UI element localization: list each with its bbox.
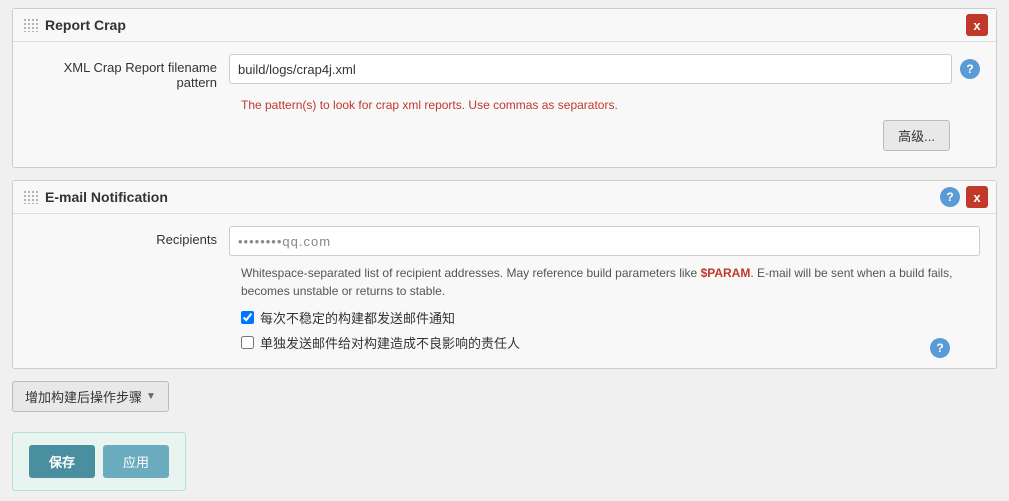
add-step-label: 增加构建后操作步骤 (25, 387, 142, 406)
advanced-button[interactable]: 高级... (883, 120, 950, 151)
drag-handle-icon (23, 18, 39, 32)
recipients-label: Recipients (29, 226, 229, 247)
email-header-help-icon[interactable]: ? (932, 187, 960, 207)
xml-pattern-help-text: The pattern(s) to look for crap xml repo… (241, 98, 980, 112)
advanced-btn-row: 高级... (29, 120, 980, 151)
recipients-row: Recipients ? (29, 226, 980, 256)
xml-pattern-label: XML Crap Report filename pattern (29, 54, 229, 90)
email-notification-section: E-mail Notification ? x Recipients ? Whi… (12, 180, 997, 369)
email-notification-close-button[interactable]: x (966, 186, 988, 208)
report-crap-close-button[interactable]: x (966, 14, 988, 36)
checkbox2-help-icon[interactable]: ? (930, 338, 950, 358)
recipients-info-text: Whitespace-separated list of recipient a… (241, 264, 980, 300)
apply-button[interactable]: 应用 (103, 445, 169, 478)
xml-pattern-help-icon[interactable]: ? (960, 59, 980, 79)
report-crap-section: Report Crap x XML Crap Report filename p… (12, 8, 997, 168)
add-step-row: 增加构建后操作步骤 ▼ (12, 381, 997, 412)
checkbox1-input[interactable] (241, 311, 254, 324)
checkbox1-row: 每次不稳定的构建都发送邮件通知 (241, 308, 980, 327)
xml-pattern-row: XML Crap Report filename pattern ? (29, 54, 980, 90)
dropdown-arrow-icon: ▼ (146, 391, 156, 402)
report-crap-title: Report Crap (45, 17, 126, 33)
recipients-input[interactable] (229, 226, 980, 256)
info-text-param: $PARAM (701, 266, 751, 280)
save-button[interactable]: 保存 (29, 445, 95, 478)
xml-pattern-control: ? (229, 54, 980, 84)
checkbox2-label[interactable]: 单独发送邮件给对构建造成不良影响的责任人 (260, 333, 520, 352)
drag-handle-icon-2 (23, 190, 39, 204)
checkbox2-row: 单独发送邮件给对构建造成不良影响的责任人 ? (241, 333, 980, 352)
email-notification-body: Recipients ? Whitespace-separated list o… (13, 214, 996, 368)
email-notification-title: E-mail Notification (45, 189, 168, 205)
report-crap-header: Report Crap x (13, 9, 996, 42)
checkbox2-input[interactable] (241, 336, 254, 349)
info-text-prefix: Whitespace-separated list of recipient a… (241, 266, 701, 280)
checkbox1-label[interactable]: 每次不稳定的构建都发送邮件通知 (260, 308, 455, 327)
xml-pattern-input[interactable] (229, 54, 952, 84)
recipients-control: ? (229, 226, 980, 256)
email-notification-header: E-mail Notification ? x (13, 181, 996, 214)
footer-area: 保存 应用 (12, 432, 186, 491)
report-crap-body: XML Crap Report filename pattern ? The p… (13, 42, 996, 167)
add-step-button[interactable]: 增加构建后操作步骤 ▼ (12, 381, 169, 412)
